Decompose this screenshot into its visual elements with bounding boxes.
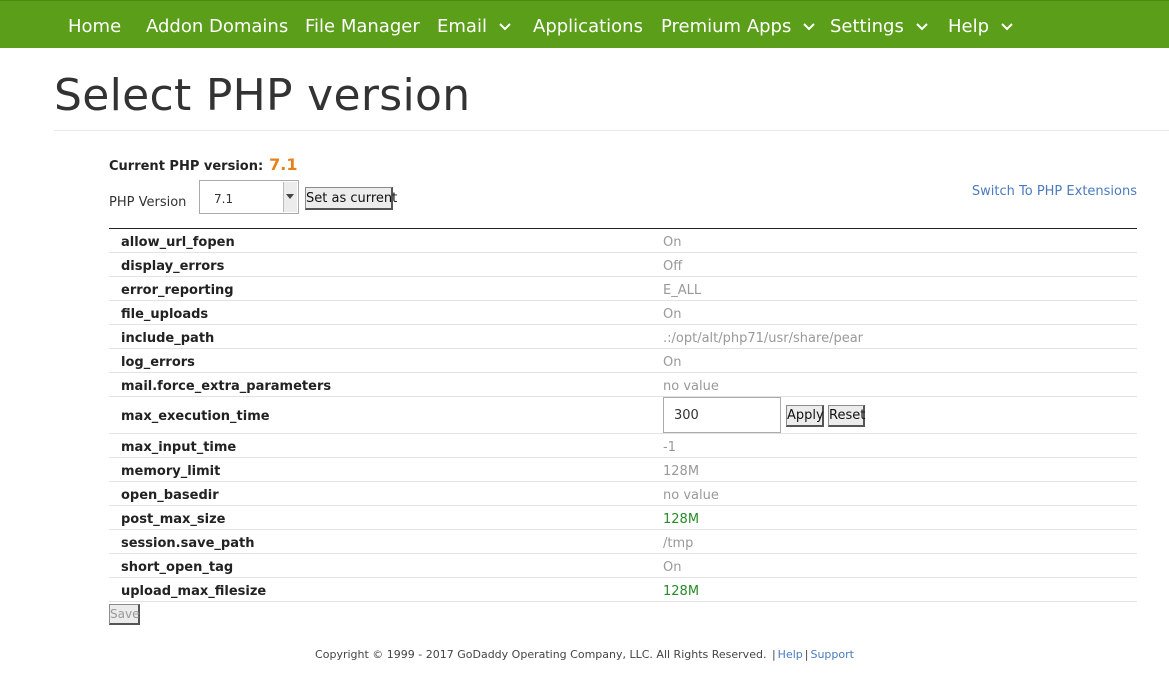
save-button[interactable]: Save — [109, 604, 140, 625]
chevron-down-icon — [803, 23, 816, 31]
option-row: session.save_path /tmp — [109, 530, 1137, 554]
option-value[interactable]: Off — [663, 259, 682, 274]
max-execution-time-input[interactable] — [663, 397, 781, 433]
page-title: Select PHP version — [54, 70, 471, 121]
nav-addon-domains-label: Addon Domains — [146, 16, 289, 37]
option-value[interactable]: -1 — [663, 440, 676, 455]
chevron-down-icon — [916, 23, 928, 31]
reset-button[interactable]: Reset — [828, 405, 865, 427]
switch-to-extensions-link[interactable]: Switch To PHP Extensions — [972, 184, 1137, 199]
option-row: memory_limit 128M — [109, 458, 1137, 482]
nav-help-label: Help — [948, 16, 990, 37]
nav-home[interactable]: Home — [68, 1, 121, 48]
option-value[interactable]: no value — [663, 488, 719, 503]
php-version-select[interactable]: 7.1 — [199, 180, 299, 214]
nav-settings[interactable]: Settings — [830, 1, 928, 48]
option-value[interactable]: 128M — [663, 584, 699, 599]
copyright-text: Copyright © 1999 - 2017 GoDaddy Operatin… — [315, 648, 767, 661]
option-name: upload_max_filesize — [121, 584, 267, 599]
nav-email[interactable]: Email — [437, 1, 511, 48]
footer-separator: | — [771, 648, 776, 661]
set-as-current-button[interactable]: Set as current — [305, 187, 397, 210]
nav-file-manager[interactable]: File Manager — [305, 1, 420, 48]
option-row: allow_url_fopen On — [109, 229, 1137, 253]
option-name: log_errors — [121, 355, 195, 370]
option-name: open_basedir — [121, 488, 219, 503]
option-name: max_input_time — [121, 440, 237, 455]
option-row: include_path .:/opt/alt/php71/usr/share/… — [109, 325, 1137, 349]
option-name: session.save_path — [121, 536, 255, 551]
option-name: max_execution_time — [121, 409, 270, 424]
apply-button[interactable]: Apply — [786, 405, 824, 427]
option-row: max_input_time -1 — [109, 434, 1137, 458]
option-value[interactable]: On — [663, 307, 681, 322]
nav-applications-label: Applications — [533, 16, 643, 37]
option-row: post_max_size 128M — [109, 506, 1137, 530]
nav-settings-label: Settings — [830, 16, 904, 37]
option-name: memory_limit — [121, 464, 221, 479]
option-row: open_basedir no value — [109, 482, 1137, 506]
option-row: short_open_tag On — [109, 554, 1137, 578]
option-name: post_max_size — [121, 512, 226, 527]
php-options-table: allow_url_fopen On display_errors Off er… — [109, 228, 1137, 602]
select-arrow-icon — [283, 182, 297, 212]
option-value[interactable]: On — [663, 355, 681, 370]
top-nav-bar: Home Addon Domains File Manager Email Ap… — [0, 0, 1169, 48]
option-value[interactable]: On — [663, 235, 681, 250]
option-name: error_reporting — [121, 283, 234, 298]
footer: Copyright © 1999 - 2017 GoDaddy Operatin… — [0, 648, 1169, 661]
footer-separator: | — [804, 648, 809, 661]
nav-addon-domains[interactable]: Addon Domains — [146, 1, 288, 48]
option-row: upload_max_filesize 128M — [109, 578, 1137, 602]
option-row: file_uploads On — [109, 301, 1137, 325]
nav-email-label: Email — [437, 16, 487, 37]
option-value[interactable]: no value — [663, 379, 719, 394]
nav-help[interactable]: Help — [948, 1, 1013, 48]
current-version-label: Current PHP version: — [109, 159, 264, 174]
option-name: file_uploads — [121, 307, 209, 322]
option-row: error_reporting E_ALL — [109, 277, 1137, 301]
php-version-selected: 7.1 — [214, 192, 234, 206]
current-php-version: Current PHP version: 7.1 — [109, 155, 298, 174]
nav-premium-apps[interactable]: Premium Apps — [661, 1, 816, 48]
chevron-down-icon — [1001, 23, 1013, 31]
title-divider — [54, 130, 1169, 131]
option-row-editing: max_execution_time Apply Reset — [109, 397, 1137, 434]
current-version-value: 7.1 — [269, 155, 298, 174]
option-value[interactable]: /tmp — [663, 536, 693, 551]
nav-premium-apps-label: Premium Apps — [661, 16, 792, 37]
footer-help-link[interactable]: Help — [778, 648, 803, 661]
option-name: mail.force_extra_parameters — [121, 379, 332, 394]
option-value[interactable]: E_ALL — [663, 283, 701, 298]
php-version-label: PHP Version — [109, 195, 187, 210]
option-value[interactable]: 128M — [663, 512, 699, 527]
option-name: short_open_tag — [121, 560, 234, 575]
nav-file-manager-label: File Manager — [305, 16, 420, 37]
nav-applications[interactable]: Applications — [533, 1, 643, 48]
option-value[interactable]: .:/opt/alt/php71/usr/share/pear — [663, 331, 863, 346]
option-value[interactable]: 128M — [663, 464, 699, 479]
option-row: display_errors Off — [109, 253, 1137, 277]
option-name: allow_url_fopen — [121, 235, 235, 250]
footer-support-link[interactable]: Support — [810, 648, 853, 661]
option-row: log_errors On — [109, 349, 1137, 373]
option-name: include_path — [121, 331, 215, 346]
option-name: display_errors — [121, 259, 225, 274]
option-row: mail.force_extra_parameters no value — [109, 373, 1137, 397]
main-nav: Home Addon Domains File Manager Email Ap… — [0, 1, 1169, 48]
option-value[interactable]: On — [663, 560, 681, 575]
chevron-down-icon — [499, 23, 511, 31]
nav-home-label: Home — [68, 16, 122, 37]
